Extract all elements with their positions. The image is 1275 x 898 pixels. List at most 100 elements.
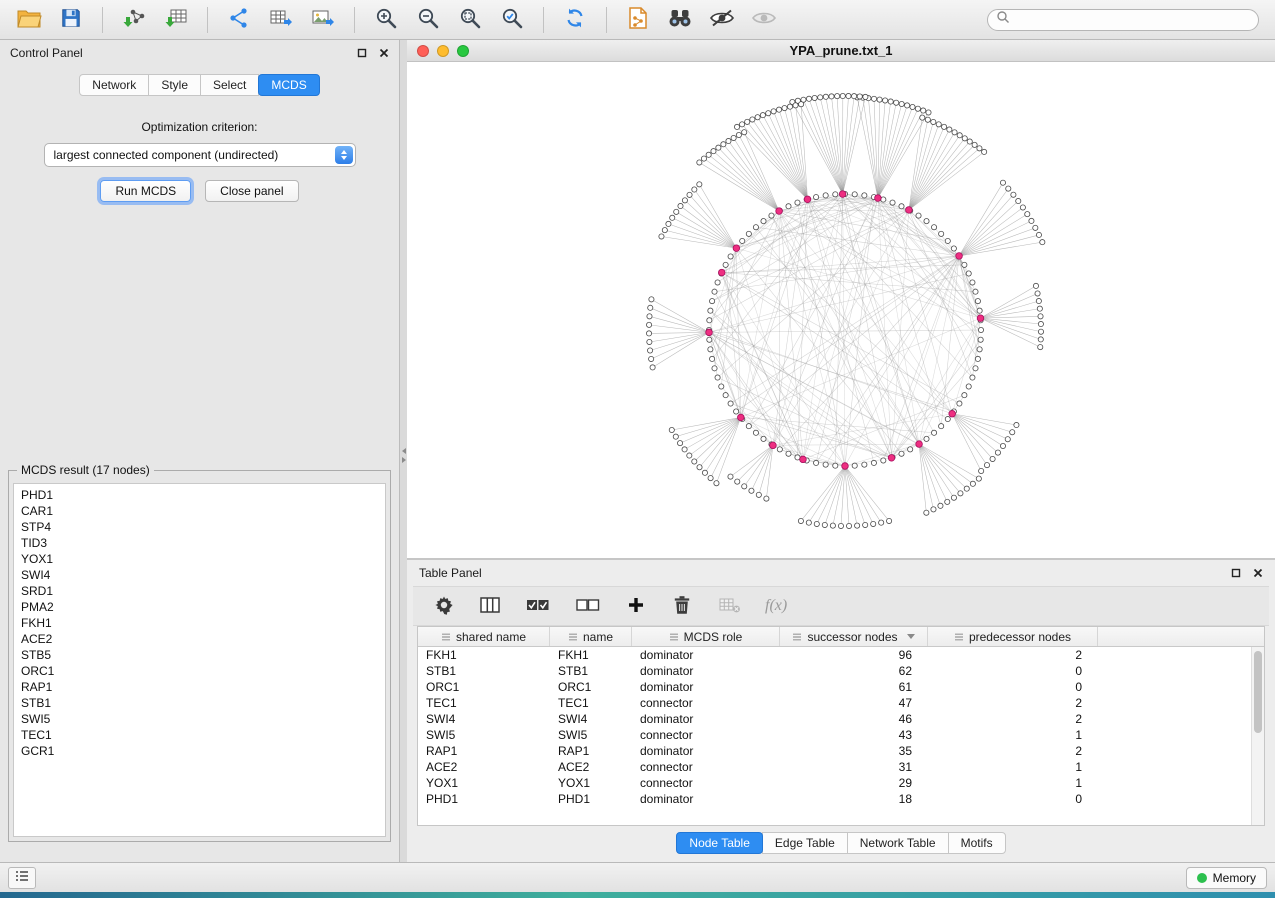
add-column-button[interactable] [623,590,649,622]
table-row[interactable]: ORC1ORC1dominator610 [418,679,1251,695]
table-row[interactable]: STB1STB1dominator620 [418,663,1251,679]
close-window-icon[interactable] [417,45,429,57]
tab-network[interactable]: Network [79,74,149,96]
table-tab-node-table[interactable]: Node Table [676,832,763,854]
table-row[interactable]: ACE2ACE2connector311 [418,759,1251,775]
table-row[interactable]: RAP1RAP1dominator352 [418,743,1251,759]
result-node[interactable]: STB5 [21,647,378,663]
splitter-handle-icon[interactable] [400,442,407,468]
import-network-button[interactable] [115,4,153,36]
table-scrollbar[interactable] [1251,647,1264,825]
toolbar-separator [207,7,208,33]
result-node[interactable]: FKH1 [21,615,378,631]
table-cell: PHD1 [418,792,550,806]
table-tab-edge-table[interactable]: Edge Table [762,832,848,854]
export-table-button[interactable] [262,4,300,36]
column-header-mcds-role[interactable]: MCDS role [632,627,780,646]
column-header-shared-name[interactable]: shared name [418,627,550,646]
table-row[interactable]: SWI5SWI5connector431 [418,727,1251,743]
column-header-predecessor-nodes[interactable]: predecessor nodes [928,627,1098,646]
sort-chevron-icon[interactable] [907,634,915,639]
mcds-result-list[interactable]: PHD1CAR1STP4TID3YOX1SWI4SRD1PMA2FKH1ACE2… [13,483,386,837]
table-cell: connector [632,696,780,710]
result-node[interactable]: YOX1 [21,551,378,567]
deselect-all-button[interactable] [573,590,603,622]
table-tab-motifs[interactable]: Motifs [948,832,1006,854]
table-row[interactable]: FKH1FKH1dominator962 [418,647,1251,663]
open-folder-icon [16,7,42,32]
zoom-out-button[interactable] [409,4,447,36]
close-panel-icon-button[interactable] [379,48,389,58]
import-table-button[interactable] [157,4,195,36]
table-row[interactable]: SWI4SWI4dominator462 [418,711,1251,727]
result-node[interactable]: SWI5 [21,711,378,727]
share-document-icon [627,6,649,33]
float-panel-button[interactable] [357,48,367,58]
zoom-fit-button[interactable] [451,4,489,36]
tab-mcds[interactable]: MCDS [258,74,319,96]
select-all-button[interactable] [523,590,553,622]
table-tab-network-table[interactable]: Network Table [847,832,949,854]
refresh-button[interactable] [556,4,594,36]
search-input[interactable] [1015,12,1250,28]
desktop-wallpaper-strip [0,892,1275,898]
table-cell: dominator [632,712,780,726]
tab-style[interactable]: Style [148,74,201,96]
column-header-successor-nodes[interactable]: successor nodes [780,627,928,646]
open-file-button[interactable] [10,4,48,36]
find-button[interactable] [661,4,699,36]
hide-details-button[interactable] [703,4,741,36]
delete-column-button[interactable] [669,590,695,622]
column-browser-button[interactable] [477,590,503,622]
result-node[interactable]: PHD1 [21,487,378,503]
float-table-panel-button[interactable] [1231,568,1241,578]
zoom-in-icon [374,6,398,33]
result-node[interactable]: ACE2 [21,631,378,647]
export-image-button[interactable] [304,4,342,36]
network-window-title: YPA_prune.txt_1 [407,43,1275,58]
memory-button[interactable]: Memory [1186,867,1267,889]
status-list-button[interactable] [8,867,36,889]
result-node[interactable]: STB1 [21,695,378,711]
panel-splitter[interactable] [400,40,407,862]
function-builder-label[interactable]: f(x) [765,597,787,615]
result-node[interactable]: GCR1 [21,743,378,759]
result-node[interactable]: RAP1 [21,679,378,695]
table-panel: Table Panel f(x) sh [407,560,1275,862]
zoom-selected-button[interactable] [493,4,531,36]
result-node[interactable]: TID3 [21,535,378,551]
table-cell: 1 [928,728,1098,742]
close-panel-button[interactable]: Close panel [205,180,298,202]
scrollbar-thumb[interactable] [1254,651,1262,733]
save-session-button[interactable] [52,4,90,36]
close-table-panel-button[interactable] [1253,568,1263,578]
search-box[interactable] [987,9,1259,31]
tab-select[interactable]: Select [200,74,259,96]
result-node[interactable]: CAR1 [21,503,378,519]
table-row[interactable]: PHD1PHD1dominator180 [418,791,1251,807]
new-network-button[interactable] [220,4,258,36]
criterion-dropdown[interactable]: largest connected component (undirected) [44,143,356,167]
toolbar-separator [606,7,607,33]
result-node[interactable]: SRD1 [21,583,378,599]
table-panel-title: Table Panel [419,566,482,580]
column-header-name[interactable]: name [550,627,632,646]
run-mcds-button[interactable]: Run MCDS [100,180,191,202]
table-row[interactable]: TEC1TEC1connector472 [418,695,1251,711]
result-node[interactable]: SWI4 [21,567,378,583]
result-node[interactable]: PMA2 [21,599,378,615]
show-details-button[interactable] [745,4,783,36]
minimize-window-icon[interactable] [437,45,449,57]
zoom-in-button[interactable] [367,4,405,36]
table-row[interactable]: YOX1YOX1connector291 [418,775,1251,791]
network-graph[interactable] [407,62,1275,558]
maximize-window-icon[interactable] [457,45,469,57]
table-cell: 46 [780,712,928,726]
import-table-disabled-button[interactable] [715,590,745,622]
share-document-button[interactable] [619,4,657,36]
result-node[interactable]: TEC1 [21,727,378,743]
table-settings-button[interactable] [431,590,457,622]
result-node[interactable]: STP4 [21,519,378,535]
network-view: YPA_prune.txt_1 [407,40,1275,560]
result-node[interactable]: ORC1 [21,663,378,679]
